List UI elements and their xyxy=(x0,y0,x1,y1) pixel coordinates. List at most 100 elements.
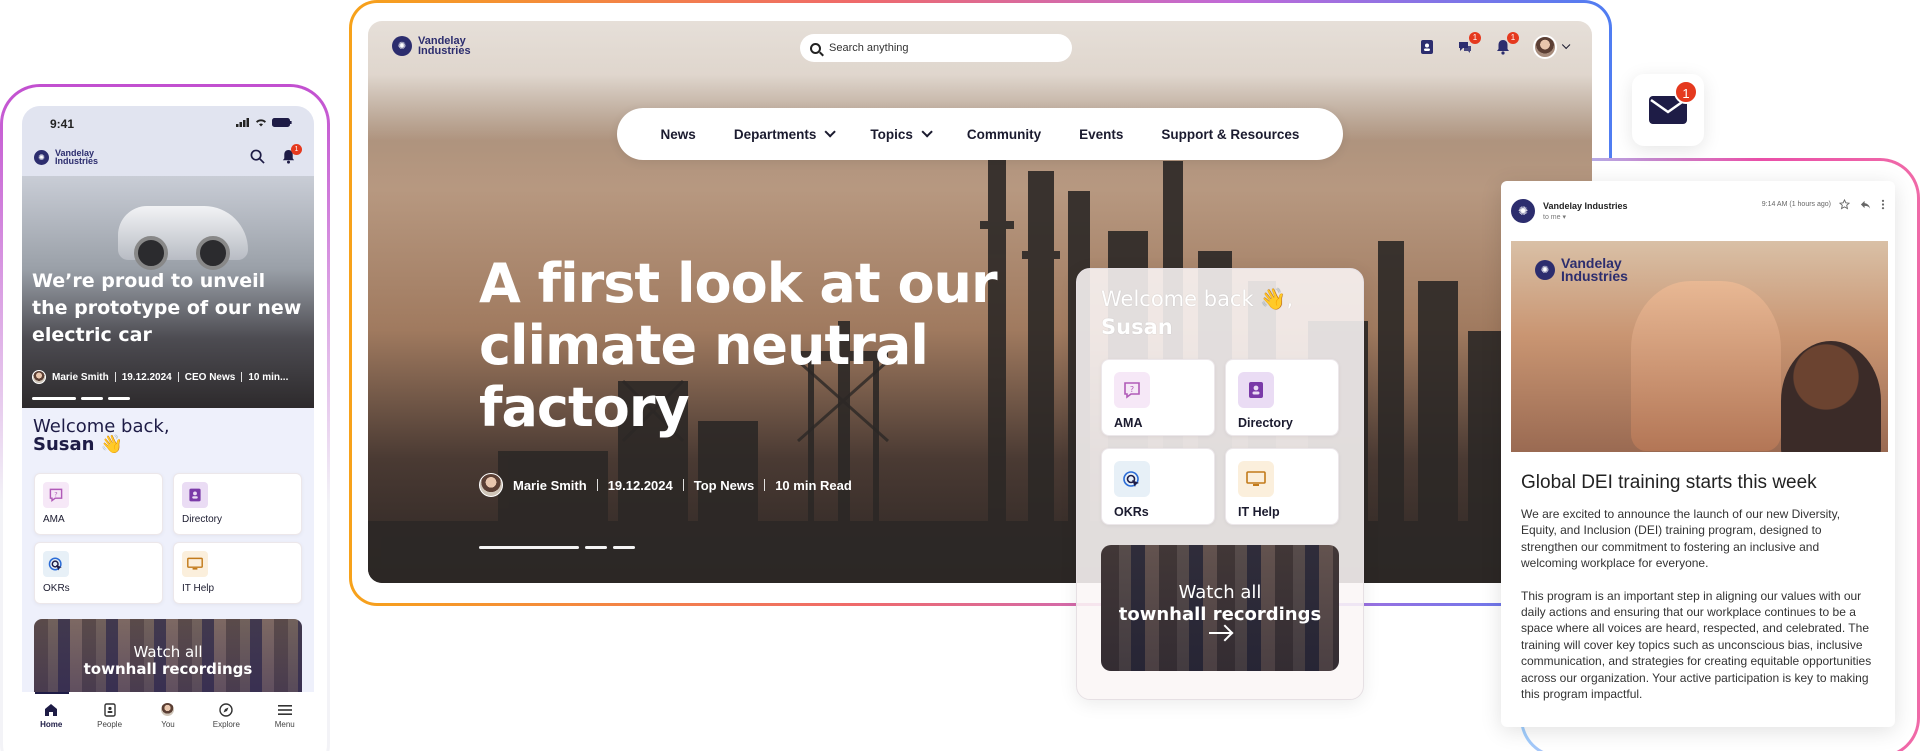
author-avatar xyxy=(479,473,503,497)
user-avatar xyxy=(1533,35,1557,59)
mail-badge: 1 xyxy=(1674,80,1698,104)
phone-welcome-heading: Welcome back, Susan 👋 xyxy=(33,416,170,455)
electric-car-image xyxy=(118,206,248,270)
email-hero-image: ✺ Vandelay Industries xyxy=(1511,241,1888,452)
user-avatar xyxy=(160,702,176,717)
status-bar-icons xyxy=(236,118,292,127)
chevron-down-icon xyxy=(1561,40,1571,50)
welcome-card: Welcome back 👋, Susan ? AMA Directory OK… xyxy=(1076,268,1364,700)
company-logo[interactable]: ✺ Vandelay Industries xyxy=(34,149,98,166)
smiling-person-photo xyxy=(1781,341,1881,452)
explore-icon xyxy=(219,702,234,717)
email-timestamp: 9:14 AM (1 hours ago) xyxy=(1761,201,1831,208)
question-icon: ? xyxy=(1114,372,1150,408)
email-subject: Global DEI training starts this week xyxy=(1521,472,1817,493)
search-input[interactable] xyxy=(829,42,1049,54)
email-paragraph: We are excited to announce the launch of… xyxy=(1521,507,1841,571)
quick-link-okrs[interactable]: OKRs xyxy=(1101,448,1215,525)
carousel-dot[interactable] xyxy=(585,546,607,549)
chevron-down-icon xyxy=(921,126,933,138)
quick-link-ama[interactable]: ? AMA xyxy=(1101,359,1215,436)
more-icon[interactable] xyxy=(1881,199,1885,210)
contacts-icon[interactable] xyxy=(1419,39,1435,55)
directory-icon xyxy=(1238,372,1274,408)
quick-link-directory[interactable]: Directory xyxy=(1225,359,1339,436)
quick-link-okrs[interactable]: OKRs xyxy=(34,542,163,604)
chat-icon[interactable]: 1 xyxy=(1457,32,1481,55)
hero-carousel-indicators xyxy=(479,546,635,549)
phone-tab-bar: Home People You Explore Menu xyxy=(22,692,314,751)
phone-townhall-recordings-link[interactable]: Watch all townhall recordings xyxy=(34,619,302,703)
phone-hero-headline[interactable]: We’re proud to unveil the prototype of o… xyxy=(32,268,302,349)
carousel-dot-active[interactable] xyxy=(32,397,76,400)
tab-explore[interactable]: Explore xyxy=(204,702,248,751)
tab-menu[interactable]: Menu xyxy=(263,702,307,751)
tab-you[interactable]: You xyxy=(146,702,190,751)
email-message: ✺ Vandelay Industries to me ▾ 9:14 AM (1… xyxy=(1501,181,1895,727)
carousel-dot[interactable] xyxy=(108,397,130,400)
svg-text:?: ? xyxy=(54,491,57,499)
logo-mark-icon: ✺ xyxy=(1535,260,1555,280)
main-navigation: News Departments Topics Community Events… xyxy=(617,108,1343,160)
email-recipient[interactable]: to me ▾ xyxy=(1543,213,1566,221)
chevron-down-icon xyxy=(824,126,837,138)
header-actions: 1 1 xyxy=(1419,32,1571,59)
hero-author[interactable]: Marie Smith xyxy=(513,478,587,493)
bell-badge: 1 xyxy=(1507,32,1519,44)
menu-icon xyxy=(277,702,292,717)
hero-read-time: 10 min Read xyxy=(775,477,852,493)
mobile-app-screen: 9:41 ✺ Vandelay Industries 1 We’re proud … xyxy=(22,106,314,751)
hero-date: 19.12.2024 xyxy=(607,477,673,493)
reply-icon[interactable] xyxy=(1860,199,1871,210)
tab-people[interactable]: People xyxy=(88,702,132,751)
star-icon[interactable] xyxy=(1839,199,1850,210)
tab-home[interactable]: Home xyxy=(29,702,73,751)
carousel-dot[interactable] xyxy=(613,546,635,549)
logo-mark-icon: ✺ xyxy=(34,149,49,165)
quick-link-ama[interactable]: ? AMA xyxy=(34,473,163,535)
phone-header: 9:41 ✺ Vandelay Industries 1 xyxy=(22,106,314,176)
company-logo: ✺ Vandelay Industries xyxy=(1535,256,1628,283)
arrow-right-icon xyxy=(1209,632,1231,634)
account-menu[interactable] xyxy=(1533,35,1571,59)
target-icon xyxy=(1114,461,1150,497)
townhall-recordings-link[interactable]: Watch all townhall recordings xyxy=(1101,545,1339,671)
quick-link-it-help[interactable]: IT Help xyxy=(1225,448,1339,525)
active-tab-indicator xyxy=(35,692,69,694)
bell-icon[interactable]: 1 xyxy=(281,144,302,164)
nav-support-resources[interactable]: Support & Resources xyxy=(1161,127,1299,142)
nav-news[interactable]: News xyxy=(661,127,696,142)
question-icon: ? xyxy=(43,482,69,508)
nav-departments[interactable]: Departments xyxy=(734,126,837,142)
search-icon xyxy=(810,42,821,54)
phone-header-actions: 1 xyxy=(250,144,302,164)
mail-notification[interactable]: 1 xyxy=(1632,74,1704,146)
nav-events[interactable]: Events xyxy=(1079,127,1123,142)
carousel-dot[interactable] xyxy=(81,397,103,400)
people-icon xyxy=(102,702,117,717)
email-header: ✺ Vandelay Industries to me ▾ 9:14 AM (1… xyxy=(1511,199,1885,225)
high-five-photo xyxy=(1631,281,1781,451)
meta-divider xyxy=(596,479,598,491)
carousel-dot-active[interactable] xyxy=(479,546,579,549)
quick-link-it-help[interactable]: IT Help xyxy=(173,542,302,604)
phone-hero-banner[interactable]: We’re proud to unveil the prototype of o… xyxy=(22,176,314,408)
hero-category[interactable]: Top News xyxy=(694,478,754,493)
company-logo[interactable]: ✺ Vandelay Industries xyxy=(392,36,471,57)
nav-topics[interactable]: Topics xyxy=(870,126,933,142)
monitor-icon xyxy=(182,551,208,577)
search-bar[interactable] xyxy=(800,34,1072,62)
nav-community[interactable]: Community xyxy=(967,127,1041,142)
email-sender[interactable]: Vandelay Industries xyxy=(1543,201,1628,211)
status-time: 9:41 xyxy=(50,117,75,131)
hero-headline[interactable]: A first look at our climate neutral fact… xyxy=(479,253,1039,439)
logo-mark-icon: ✺ xyxy=(392,36,412,56)
quick-links-grid: ? AMA Directory OKRs IT Help xyxy=(1101,359,1339,525)
email-actions xyxy=(1839,199,1885,210)
desktop-header: ✺ VandelayIndustries 1 1 xyxy=(368,21,1592,75)
directory-icon xyxy=(182,482,208,508)
bell-icon[interactable]: 1 xyxy=(1495,32,1519,55)
search-icon[interactable] xyxy=(250,149,265,164)
author-avatar xyxy=(32,370,46,384)
quick-link-directory[interactable]: Directory xyxy=(173,473,302,535)
